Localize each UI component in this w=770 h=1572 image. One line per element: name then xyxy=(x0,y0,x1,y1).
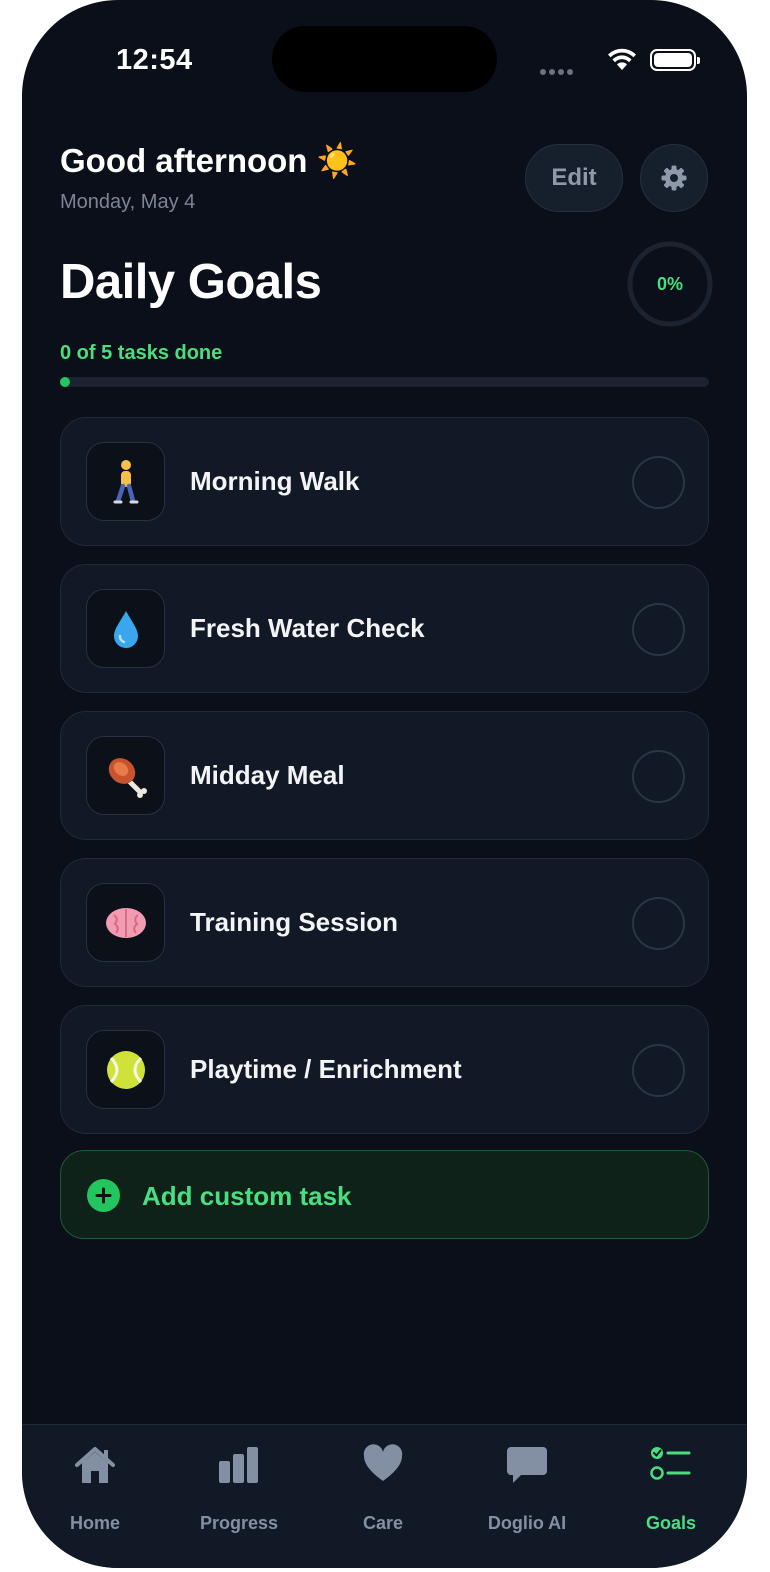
task-card-midday-meal[interactable]: Midday Meal xyxy=(60,711,709,840)
task-card-training-session[interactable]: Training Session xyxy=(60,858,709,987)
plus-icon xyxy=(87,1179,120,1212)
task-icon-box xyxy=(86,736,165,815)
task-icon-box xyxy=(86,589,165,668)
phone-screen: 12:54 Good afternoon ☀️ Monday, May 4 Ed… xyxy=(22,0,747,1568)
task-icon-box xyxy=(86,883,165,962)
progress-percent: 0% xyxy=(656,273,683,294)
checklist-icon xyxy=(650,1447,691,1480)
task-label: Playtime / Enrichment xyxy=(190,1054,462,1084)
tab-label: Doglio AI xyxy=(487,1513,567,1533)
home-icon xyxy=(75,1447,115,1483)
tab-goals[interactable]: Goals xyxy=(606,1443,736,1543)
progress-bar xyxy=(60,377,709,387)
tab-bar: Home Progress Care Doglio AI Goals xyxy=(22,1424,747,1568)
tasks-summary: 0 of 5 tasks done xyxy=(60,342,223,364)
date-label: Monday, May 4 xyxy=(60,191,196,213)
task-card-fresh-water-check[interactable]: Fresh Water Check xyxy=(60,564,709,693)
tab-label: Goals xyxy=(645,1513,697,1533)
task-checkbox[interactable] xyxy=(632,750,685,803)
task-label: Fresh Water Check xyxy=(190,613,425,643)
signal-icon xyxy=(540,62,576,80)
task-checkbox[interactable] xyxy=(632,456,685,509)
progress-bar-fill xyxy=(60,377,70,387)
task-icon-box xyxy=(86,1030,165,1109)
task-card-morning-walk[interactable]: Morning Walk xyxy=(60,417,709,546)
task-checkbox[interactable] xyxy=(632,1044,685,1097)
task-label: Midday Meal xyxy=(190,760,345,790)
tab-care[interactable]: Care xyxy=(318,1443,448,1543)
chat-bubble-icon xyxy=(507,1447,547,1483)
tab-label: Home xyxy=(69,1513,120,1533)
task-card-playtime-enrichment[interactable]: Playtime / Enrichment xyxy=(60,1005,709,1134)
dynamic-island xyxy=(272,26,497,92)
tab-label: Progress xyxy=(199,1513,279,1533)
task-icon-box xyxy=(86,442,165,521)
tab-progress[interactable]: Progress xyxy=(174,1443,304,1543)
task-label: Morning Walk xyxy=(190,466,360,496)
edit-button[interactable]: Edit xyxy=(525,144,623,212)
settings-button[interactable] xyxy=(640,144,708,212)
status-icons xyxy=(540,46,700,76)
tennis-ball-icon xyxy=(106,1050,145,1089)
tab-label: Care xyxy=(362,1513,404,1533)
tab-doglio-ai[interactable]: Doglio AI xyxy=(462,1443,592,1543)
water-drop-icon xyxy=(113,610,138,648)
heart-icon xyxy=(363,1444,403,1481)
bar-chart-icon xyxy=(219,1447,258,1483)
battery-icon xyxy=(650,49,700,71)
wifi-icon xyxy=(608,48,636,70)
page-title: Daily Goals xyxy=(60,255,322,309)
task-checkbox[interactable] xyxy=(632,897,685,950)
task-checkbox[interactable] xyxy=(632,603,685,656)
add-task-label: Add custom task xyxy=(142,1181,352,1211)
task-label: Training Session xyxy=(190,907,399,937)
tab-home[interactable]: Home xyxy=(30,1443,160,1543)
walking-person-icon xyxy=(113,459,138,503)
gear-icon xyxy=(661,165,687,191)
status-time: 12:54 xyxy=(116,44,193,76)
brain-icon xyxy=(105,907,146,938)
add-custom-task-button[interactable]: Add custom task xyxy=(60,1150,709,1239)
greeting: Good afternoon ☀️ xyxy=(60,142,358,179)
meat-bone-icon xyxy=(108,757,147,798)
